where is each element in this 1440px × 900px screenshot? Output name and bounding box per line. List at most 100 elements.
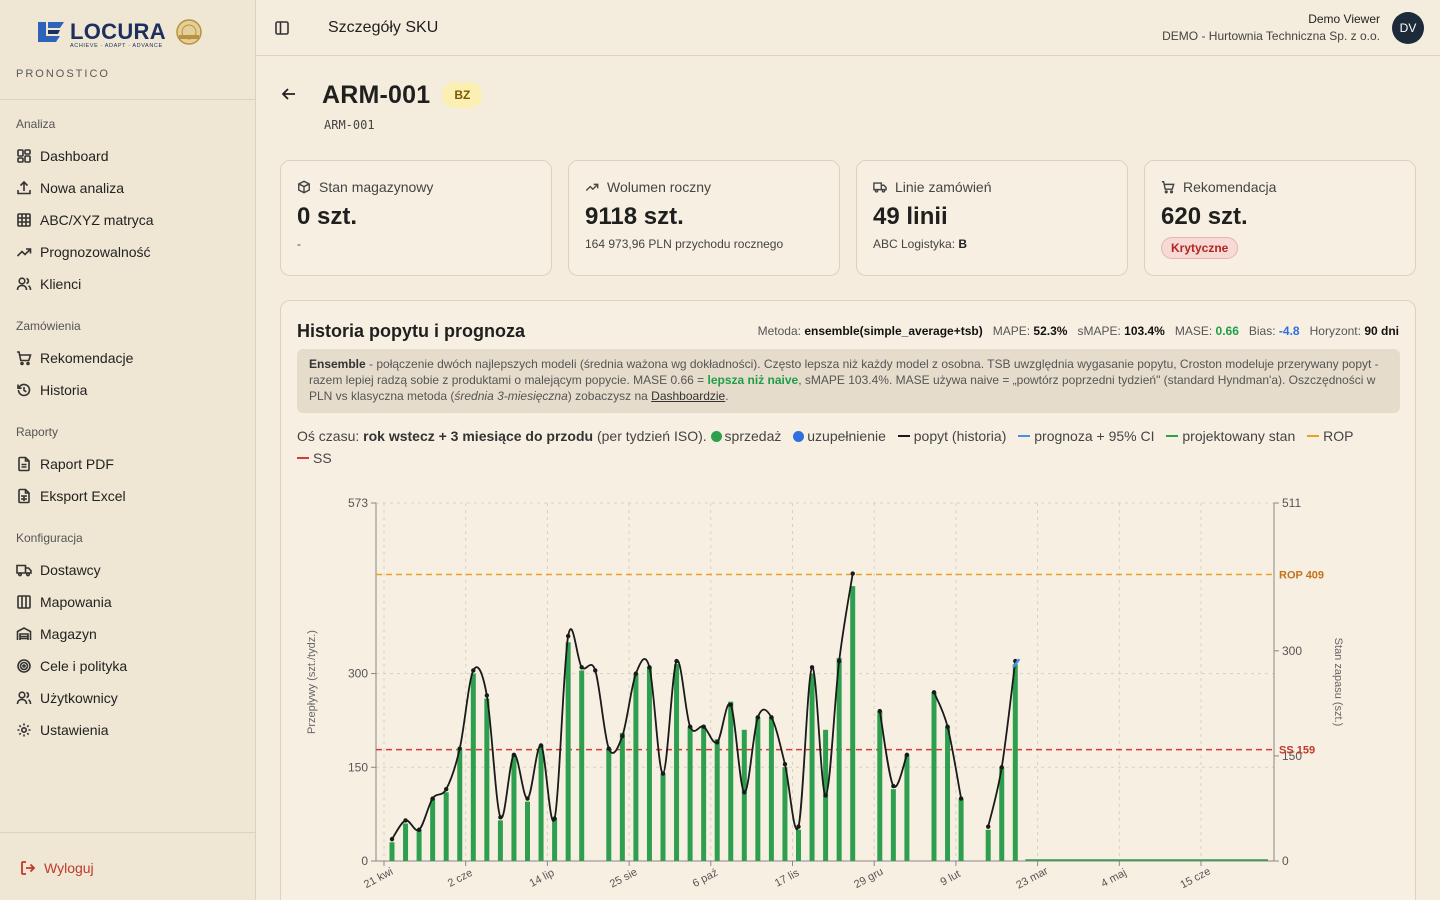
demand-point	[891, 783, 896, 789]
demand-point	[565, 633, 571, 639]
sidebar-item-label: ABC/XYZ matryca	[40, 212, 154, 228]
legend-item-projected-stock: projektowany stan	[1166, 428, 1295, 444]
legend-label: uzupełnienie	[807, 428, 886, 444]
sales-bar	[484, 698, 490, 861]
sidebar-item-dashboard[interactable]: Dashboard	[0, 140, 255, 172]
user-menu[interactable]: Demo Viewer DEMO - Hurtownia Techniczna …	[1162, 11, 1440, 44]
locura-logo-icon	[38, 22, 64, 42]
logout-button[interactable]: Wyloguj	[0, 832, 255, 888]
card-header: Linie zamówień	[873, 179, 1111, 195]
demand-point	[430, 796, 435, 801]
sidebar-item-nowa-analiza[interactable]: Nowa analiza	[0, 172, 255, 204]
sales-bar	[633, 673, 639, 861]
card-label: Wolumen roczny	[607, 179, 712, 195]
card-order-lines: Linie zamówień 49 linii ABC Logistyka: B	[856, 160, 1128, 276]
sidebar-item-label: Cele i polityka	[40, 658, 128, 674]
metric-horizon: Horyzont: 90 dni	[1310, 324, 1399, 338]
metric-value: -4.8	[1278, 324, 1300, 338]
x-tick-label: 25 sie	[608, 866, 640, 890]
abc-value: B	[958, 237, 968, 251]
demand-point	[579, 665, 584, 670]
metric-label: Horyzont:	[1309, 324, 1361, 338]
card-value: 9118 szt.	[585, 203, 684, 230]
y-tick-label-left: 150	[348, 760, 368, 774]
sales-bar	[646, 667, 652, 861]
card-stock: Stan magazynowy 0 szt. -	[280, 160, 552, 276]
back-button[interactable]	[280, 85, 306, 111]
dashboard-link[interactable]: Dashboardzie	[651, 389, 725, 403]
demand-point	[647, 665, 652, 670]
sales-bar	[890, 789, 896, 861]
y-axis-title-left: Przepływy (szt./tydz.)	[306, 630, 318, 734]
sales-bar	[497, 820, 503, 861]
x-tick-label: 14 lip	[528, 867, 557, 890]
sidebar-item-dostawcy[interactable]: Dostawcy	[0, 554, 255, 586]
sidebar-item-abc-xyz[interactable]: ABC/XYZ matryca	[0, 204, 255, 236]
demand-line	[878, 710, 908, 788]
metric-value: ensemble(simple_average+tsb)	[804, 324, 983, 338]
sales-bar	[565, 642, 571, 861]
demand-point	[538, 743, 544, 748]
sidebar-item-rekomendacje[interactable]: Rekomendacje	[0, 342, 255, 374]
legend-label: popyt (historia)	[913, 428, 1007, 444]
metric-label: Metoda:	[757, 324, 801, 338]
demand-point	[715, 740, 720, 745]
ss-label: SS 159	[1279, 745, 1315, 757]
sales-bar	[714, 739, 720, 861]
brand: LOCURA ACHIEVE · ADAPT · ADVANCE PRONOST…	[0, 0, 255, 100]
legend-label: projektowany stan	[1182, 428, 1296, 444]
demand-point	[769, 715, 774, 720]
sales-bar	[674, 664, 680, 861]
file-icon	[18, 456, 30, 472]
sales-bar	[904, 754, 910, 861]
trend-up-icon	[16, 248, 32, 257]
user-org: DEMO - Hurtownia Techniczna Sp. z o.o.	[1162, 29, 1380, 43]
card-value: 49 linii	[873, 203, 948, 230]
y-axis-title-right: Stan zapasu (szt.)	[1332, 638, 1344, 727]
metric-value: 52.3%	[1033, 324, 1068, 338]
card-recommendation: Rekomendacja 620 szt. Krytyczne	[1144, 160, 1416, 276]
metric-smape: sMAPE: 103.4%	[1077, 324, 1164, 338]
sidebar-toggle-button[interactable]	[256, 20, 308, 36]
sales-bar	[728, 701, 734, 861]
legend-item-demand: popyt (historia)	[897, 428, 1007, 444]
metric-label: Bias:	[1248, 324, 1276, 338]
demand-point	[958, 796, 964, 801]
sales-bar	[511, 754, 517, 861]
metric-mase: MASE: 0.66	[1175, 324, 1239, 338]
sidebar-item-historia[interactable]: Historia	[0, 374, 255, 406]
rop-label: ROP 409	[1279, 569, 1324, 581]
abc-label: ABC Logistyka:	[873, 237, 956, 251]
sidebar-item-raport-pdf[interactable]: Raport PDF	[0, 448, 255, 480]
sidebar-item-magazyn[interactable]: Magazyn	[0, 618, 255, 650]
card-label: Linie zamówień	[895, 179, 992, 195]
sidebar-item-prognozowalnosc[interactable]: Prognozowalność	[0, 236, 255, 268]
sidebar-item-cele[interactable]: Cele i polityka	[0, 650, 255, 682]
sidebar-item-label: Dostawcy	[40, 562, 101, 578]
brand-name: LOCURA	[70, 19, 166, 44]
nav-section-analiza: Analiza Dashboard Nowa analiza ABC/XYZ m…	[0, 116, 255, 300]
sidebar-item-label: Użytkownicy	[40, 690, 118, 706]
y-tick-label-right: 511	[1282, 496, 1301, 510]
logo[interactable]: LOCURA	[36, 18, 239, 46]
sales-bar	[457, 748, 463, 861]
sales-bar	[619, 732, 625, 861]
sidebar-item-eksport-excel[interactable]: Eksport Excel	[0, 480, 255, 512]
gear-icon	[17, 723, 31, 737]
brand-tagline: ACHIEVE · ADAPT · ADVANCE	[70, 43, 163, 49]
sidebar-item-klienci[interactable]: Klienci	[0, 268, 255, 300]
sidebar-item-label: Raport PDF	[40, 456, 114, 472]
legend-swatch	[793, 431, 805, 442]
nav-section-raporty: Raporty Raport PDF Eksport Excel	[0, 424, 255, 512]
sidebar-item-uzytkownicy[interactable]: Użytkownicy	[0, 682, 255, 714]
sales-bar	[525, 801, 530, 861]
legend-swatch	[1018, 435, 1031, 437]
demand-point	[498, 815, 503, 820]
x-tick-label: 2 cze	[446, 867, 475, 890]
sidebar-item-mapowania[interactable]: Mapowania	[0, 586, 255, 618]
package-icon	[298, 180, 310, 194]
sales-bar	[552, 818, 558, 861]
avatar[interactable]: DV	[1392, 11, 1424, 44]
sidebar-item-ustawienia[interactable]: Ustawienia	[0, 714, 255, 746]
y-tick-label-left: 300	[348, 667, 368, 681]
